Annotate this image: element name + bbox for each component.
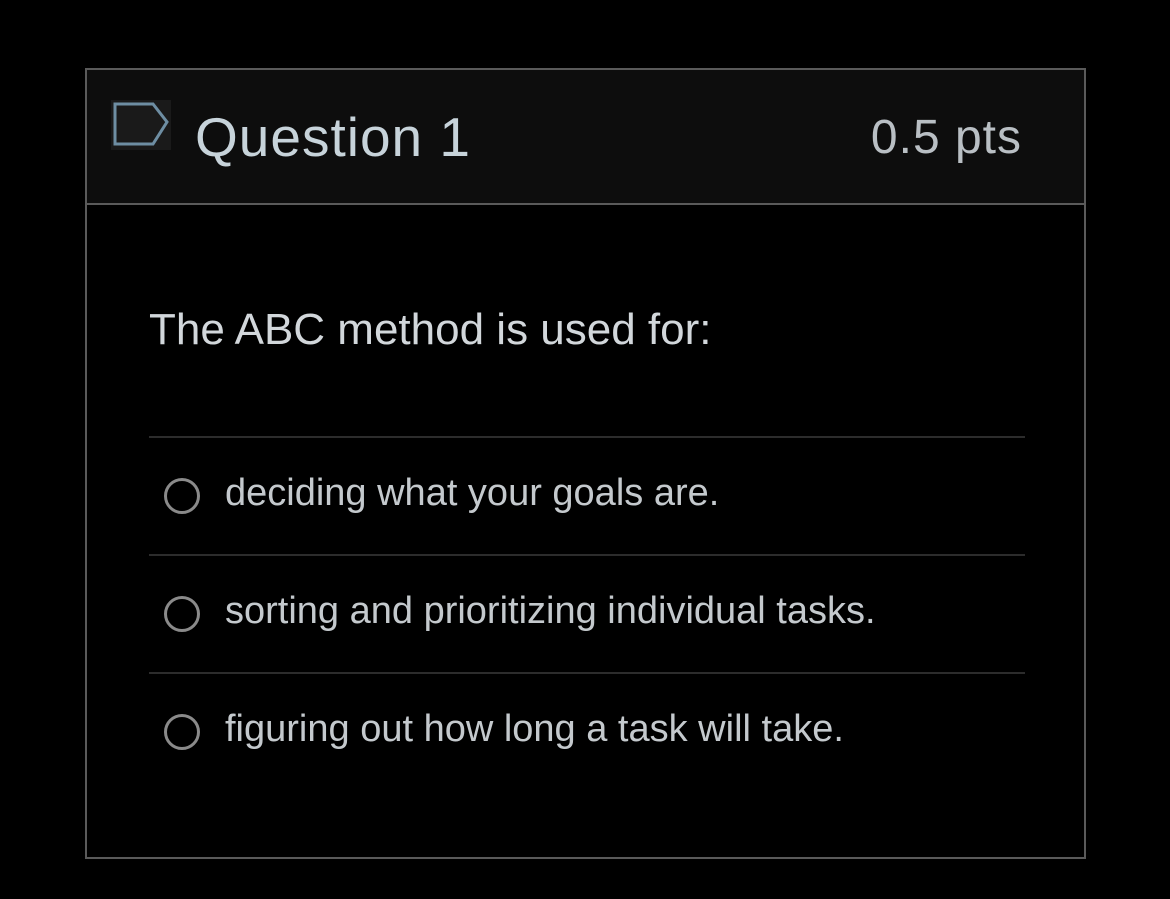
answer-option[interactable]: deciding what your goals are. — [149, 436, 1025, 554]
answer-label[interactable]: figuring out how long a task will take. — [225, 704, 844, 754]
answer-option[interactable]: sorting and prioritizing individual task… — [149, 554, 1025, 672]
answer-label[interactable]: sorting and prioritizing individual task… — [225, 586, 876, 636]
radio-button[interactable] — [164, 478, 200, 514]
question-points: 0.5 pts — [870, 111, 1022, 164]
question-header: Question 1 0.5 pts — [87, 70, 1084, 205]
radio-button[interactable] — [164, 714, 200, 750]
answer-label[interactable]: deciding what your goals are. — [225, 468, 719, 518]
question-card: Question 1 0.5 pts The ABC method is use… — [85, 68, 1086, 859]
question-text: The ABC method is used for: — [149, 305, 712, 354]
answer-option[interactable]: figuring out how long a task will take. — [149, 672, 1025, 790]
question-title: Question 1 — [195, 106, 472, 168]
flag-icon[interactable] — [111, 100, 175, 150]
answer-list: deciding what your goals are. sorting an… — [149, 436, 1025, 790]
radio-button[interactable] — [164, 596, 200, 632]
